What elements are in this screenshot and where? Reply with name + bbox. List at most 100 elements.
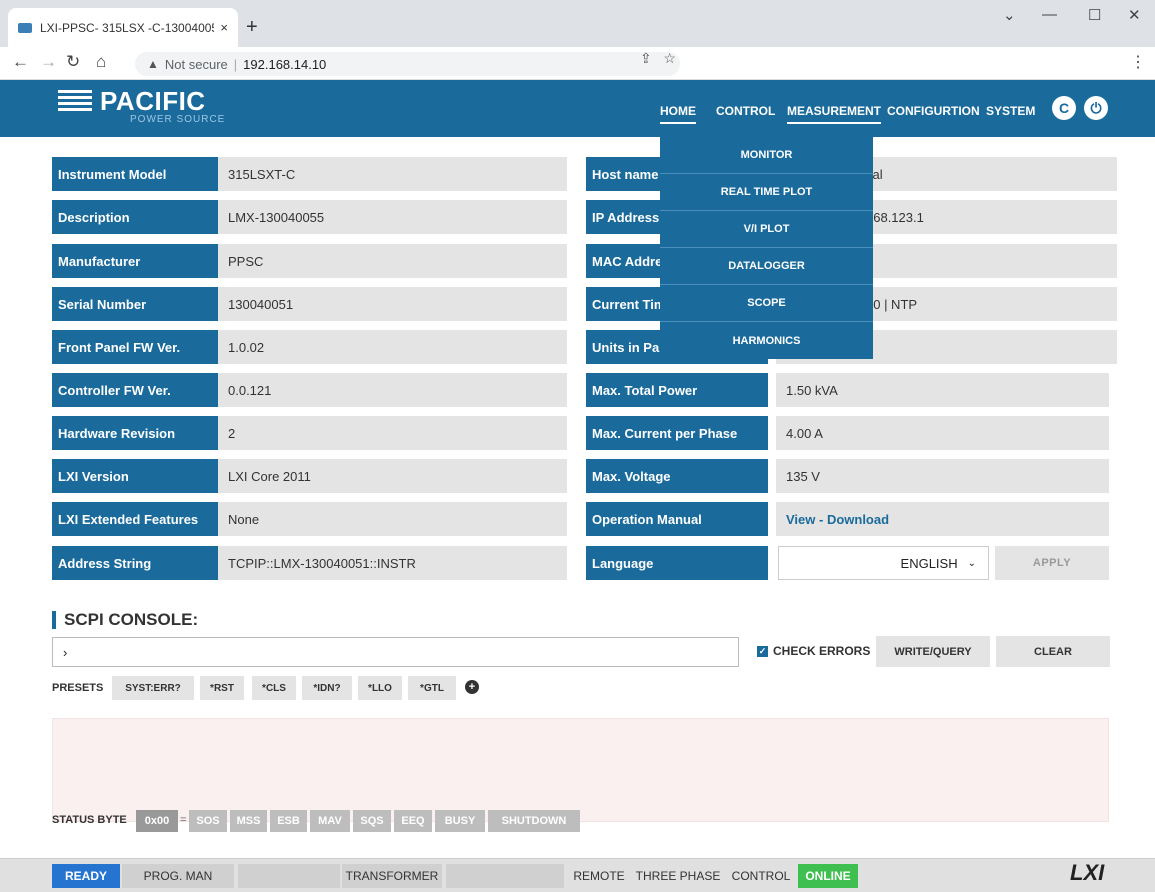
status-empty-1 (238, 864, 340, 888)
address-bar: ← → ↻ ⌂ ▲ Not secure | 192.168.14.10 (0, 47, 1155, 80)
status-remote: REMOTE (573, 869, 625, 883)
status-byte-label: STATUS BYTE (52, 814, 127, 826)
clear-button[interactable]: CLEAR (996, 636, 1110, 667)
apply-button[interactable]: APPLY (995, 546, 1109, 580)
checkbox-icon: ✓ (757, 645, 768, 657)
info-value: 1.50 kVA (776, 373, 1109, 407)
share-star-icons[interactable]: ⇪ ☆ (640, 50, 676, 67)
info-label: Max. Total Power (586, 373, 768, 407)
check-errors-label: CHECK ERRORS (773, 644, 871, 658)
prompt-glyph: › (63, 644, 68, 660)
info-value: 4.00 A (776, 416, 1109, 450)
menu-item-real-time-plot[interactable]: REAL TIME PLOT (660, 174, 873, 211)
nav-measurement[interactable]: MEASUREMENT (787, 104, 882, 124)
info-row: Manufacturer PPSC (52, 244, 567, 278)
url-field[interactable]: ▲ Not secure | 192.168.14.10 (135, 52, 680, 76)
presets-label: PRESETS (52, 682, 104, 694)
status-ready: READY (52, 864, 120, 888)
scpi-command-input[interactable]: › (52, 637, 739, 667)
info-row: Description LMX-130040055 (52, 200, 567, 234)
info-value: View - Download (776, 502, 1109, 536)
warning-icon: ▲ (147, 57, 159, 71)
status-empty-2 (446, 864, 564, 888)
manual-link[interactable]: View - Download (786, 512, 889, 527)
info-value: None (218, 502, 567, 536)
info-label: Instrument Model (52, 157, 218, 191)
menu-item-harmonics[interactable]: HARMONICS (660, 322, 873, 359)
info-label: Description (52, 200, 218, 234)
check-errors-checkbox[interactable]: ✓ CHECK ERRORS (757, 644, 870, 658)
new-tab-button[interactable]: + (246, 16, 258, 39)
info-row: Language (586, 546, 768, 580)
info-label: Max. Voltage (586, 459, 768, 493)
home-icon[interactable]: ⌂ (96, 52, 106, 72)
info-value-text: 40 | NTP (866, 296, 918, 312)
console-output-area[interactable] (52, 718, 1109, 822)
logo-mark-icon (58, 90, 92, 118)
nav-system[interactable]: SYSTEM (986, 104, 1035, 118)
info-row: Address String TCPIP::LMX-130040051::INST… (52, 546, 567, 580)
status-bit-shutdown: SHUTDOWN (488, 810, 580, 832)
lxi-logo: LXI (1070, 860, 1105, 885)
write-query-button[interactable]: WRITE/QUERY (876, 636, 990, 667)
refresh-icon[interactable]: C (1052, 96, 1076, 120)
info-value: 135 V (776, 459, 1109, 493)
measurement-dropdown: MONITOR REAL TIME PLOT V/I PLOT DATALOGG… (660, 137, 873, 359)
preset-gtl[interactable]: *GTL (408, 676, 456, 700)
info-label: Controller FW Ver. (52, 373, 218, 407)
url-text: 192.168.14.10 (243, 56, 327, 72)
info-value: PPSC (218, 244, 567, 278)
tab-title: LXI-PPSC- 315LSX -C-13004005 (40, 20, 215, 35)
info-label: Front Panel FW Ver. (52, 330, 218, 364)
info-value: LXI Core 2011 (218, 459, 567, 493)
back-arrow-icon[interactable]: ← (12, 52, 29, 72)
menu-item-datalogger[interactable]: DATALOGGER (660, 248, 873, 285)
close-window-button[interactable]: ✕ (1128, 6, 1141, 24)
tab-search-icon[interactable]: ⌄ (1003, 6, 1016, 24)
info-label: Manufacturer (52, 244, 218, 278)
nav-control[interactable]: CONTROL (716, 104, 775, 118)
brand-name: PACIFIC (100, 86, 206, 116)
minimize-button[interactable]: — (1042, 6, 1057, 23)
status-bit-mav: MAV (310, 810, 350, 832)
tab-close-icon[interactable]: × (220, 20, 228, 35)
preset-idn[interactable]: *IDN? (302, 676, 352, 700)
status-bit-esb: ESB (270, 810, 307, 832)
brand-sub: POWER SOURCE (130, 114, 226, 125)
info-row: Max. Total Power 1.50 kVA (586, 373, 1109, 407)
nav-configuration[interactable]: CONFIGURTION (887, 104, 980, 118)
info-label: LXI Version (52, 459, 218, 493)
maximize-button[interactable]: ☐ (1088, 6, 1101, 24)
status-prog-man: PROG. MAN (122, 864, 234, 888)
browser-tab-bar: LXI-PPSC- 315LSX -C-13004005 × + ⌄ — ☐ ✕ (0, 0, 1155, 47)
scpi-title-text: SCPI CONSOLE: (64, 610, 199, 629)
chevron-down-icon: ⌄ (967, 557, 976, 569)
menu-item-vi-plot[interactable]: V/I PLOT (660, 211, 873, 248)
info-value: 130040051 (218, 287, 567, 321)
language-select[interactable]: ENGLISH ⌄ (778, 546, 989, 580)
preset-cls[interactable]: *CLS (252, 676, 296, 700)
info-value: 315LSXT-C (218, 157, 567, 191)
status-bit-sqs: SQS (353, 810, 391, 832)
forward-arrow-icon[interactable]: → (40, 52, 57, 72)
status-bit-sos: SOS (189, 810, 227, 832)
preset-syst-err[interactable]: SYST:ERR? (112, 676, 194, 700)
browser-tab[interactable]: LXI-PPSC- 315LSX -C-13004005 × (8, 8, 238, 47)
reload-icon[interactable]: ↻ (66, 52, 80, 72)
menu-item-scope[interactable]: SCOPE (660, 285, 873, 322)
language-selected: ENGLISH (900, 555, 958, 571)
title-accent-bar (52, 611, 56, 629)
add-preset-icon[interactable]: + (465, 680, 479, 694)
info-value: 1.0.02 (218, 330, 567, 364)
power-icon[interactable]: ⏻ (1084, 96, 1108, 120)
menu-item-monitor[interactable]: MONITOR (660, 137, 873, 174)
info-label: Address String (52, 546, 218, 580)
preset-rst[interactable]: *RST (200, 676, 244, 700)
nav-home[interactable]: HOME (660, 104, 696, 124)
preset-llo[interactable]: *LLO (358, 676, 402, 700)
info-row: Controller FW Ver. 0.0.121 (52, 373, 567, 407)
info-label: LXI Extended Features (52, 502, 218, 536)
menu-kebab-icon[interactable]: ⋮ (1130, 52, 1146, 72)
status-online: ONLINE (798, 864, 858, 888)
info-value: 0.0.121 (218, 373, 567, 407)
